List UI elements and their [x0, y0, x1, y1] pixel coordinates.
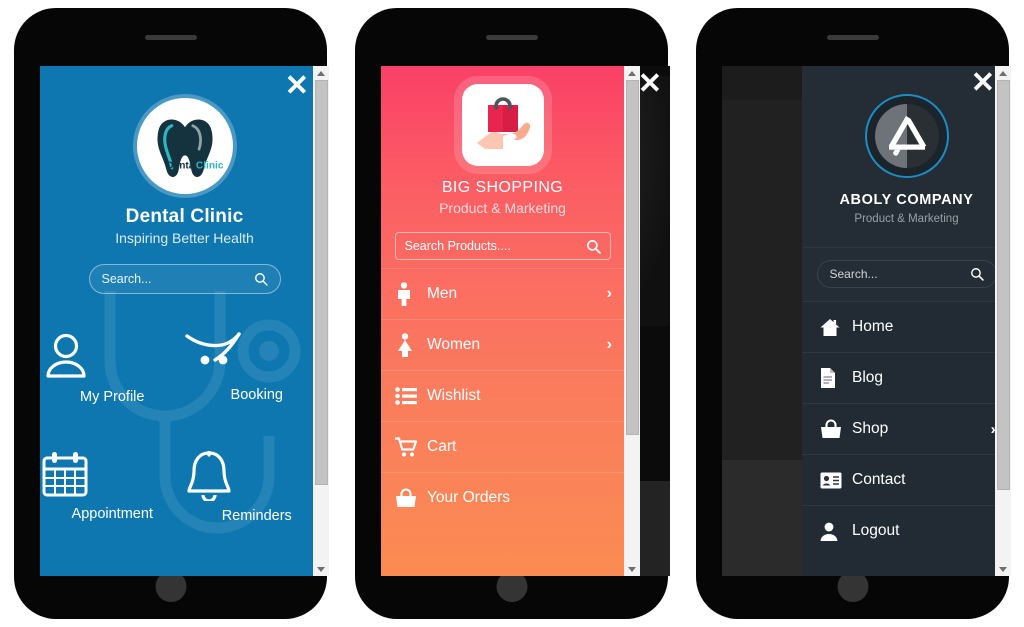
menu-item-your-orders[interactable]: Your Orders [381, 472, 624, 523]
search-icon [586, 239, 601, 254]
menu-item-label: Your Orders [427, 489, 510, 506]
phone-frame: Menu [696, 8, 1011, 619]
search-icon [970, 268, 984, 281]
drawer-menu-list: Home Blog Shop Contact Logout [802, 301, 1011, 556]
phone-mockup-aboly-company: Menu [682, 0, 1023, 627]
phone-screen: Menu [722, 66, 1011, 576]
menu-item-label: Logout [852, 522, 900, 539]
scrollbar-up-arrow[interactable] [995, 66, 1011, 80]
menu-item-label: Home [852, 318, 894, 335]
phone-frame: WE ME Awes POS [355, 8, 670, 619]
scrollbar-thumb[interactable] [314, 80, 328, 485]
close-drawer-button[interactable]: ✕ [285, 72, 309, 101]
phone-screen: WE ME Awes POS [381, 66, 670, 576]
female-figure-icon [395, 333, 427, 357]
drawer-scrollbar[interactable] [313, 66, 329, 576]
triangle-down-icon [628, 566, 636, 572]
drawer-scrollbar[interactable] [995, 66, 1011, 576]
search-placeholder: Search Products.... [404, 239, 511, 253]
menu-item-label: Cart [427, 438, 457, 455]
menu-item-home[interactable]: Home [802, 301, 1011, 352]
menu-item-label: Contact [852, 471, 906, 488]
close-drawer-button[interactable]: ✕ [638, 70, 662, 99]
app-store-a-icon [874, 104, 939, 168]
brand-title: Dental Clinic [125, 206, 244, 227]
shopping-cart-icon [395, 436, 427, 458]
phone-screen: Menu ✕ [40, 66, 329, 576]
triangle-up-icon [999, 70, 1007, 76]
phone-mockup-big-shopping: WE ME Awes POS [341, 0, 682, 627]
male-figure-icon [395, 282, 427, 306]
scrollbar-thumb[interactable] [996, 80, 1010, 490]
id-card-icon [820, 472, 852, 489]
brand-subtitle: Product & Marketing [439, 200, 566, 216]
brand-logo: Dental Clinic [136, 98, 233, 194]
phone-speaker-grille [485, 35, 538, 40]
menu-item-label: Women [427, 336, 481, 353]
search-input[interactable]: Search Products.... [394, 232, 611, 260]
menu-item-label: Blog [852, 369, 884, 386]
tooth-logo-icon: Dental Clinic [156, 119, 223, 178]
navigation-drawer: ABOLY COMPANY Product & Marketing Search… [802, 66, 1011, 576]
menu-item-label: Men [427, 285, 458, 302]
brand-title: ABOLY COMPANY [839, 192, 974, 208]
search-placeholder: Search... [829, 267, 878, 281]
scrollbar-down-arrow[interactable] [995, 562, 1011, 576]
phone-speaker-grille [144, 35, 197, 40]
menu-item-contact[interactable]: Contact [802, 454, 1011, 505]
user-filled-icon [820, 522, 852, 541]
triangle-down-icon [999, 566, 1007, 572]
menu-item-label: Shop [852, 420, 889, 437]
handbag-icon [820, 419, 852, 439]
list-icon [395, 387, 427, 405]
handbag-icon [395, 488, 427, 508]
chevron-right-icon: › [606, 285, 612, 302]
menu-item-men[interactable]: Men › [381, 268, 624, 319]
close-drawer-button[interactable]: ✕ [971, 69, 995, 98]
menu-item-logout[interactable]: Logout [802, 505, 1011, 556]
brand-subtitle: Inspiring Better Health [115, 230, 254, 246]
menu-item-blog[interactable]: Blog [802, 352, 1011, 403]
scrollbar-thumb[interactable] [625, 80, 639, 435]
menu-item-women[interactable]: Women › [381, 319, 624, 370]
logo-wordmark-clinic: Clinic [195, 161, 223, 172]
brand-logo [461, 84, 544, 166]
stethoscope-watermark-icon [104, 291, 301, 534]
scrollbar-up-arrow[interactable] [313, 66, 329, 80]
scrollbar-down-arrow[interactable] [624, 562, 640, 576]
navigation-drawer: BIG SHOPPING Product & Marketing Search … [381, 66, 624, 576]
menu-item-label: Wishlist [427, 387, 481, 404]
menu-item-wishlist[interactable]: Wishlist [381, 370, 624, 421]
phone-mockups-stage: Menu ✕ [0, 0, 1024, 627]
shopping-bag-in-hand-icon [476, 97, 530, 149]
search-section: Search... [802, 247, 1011, 301]
phone-speaker-grille [826, 35, 879, 40]
menu-item-shop[interactable]: Shop » [802, 403, 1011, 454]
drawer-scrollbar[interactable] [624, 66, 640, 576]
drawer-menu-list: Men › Women › Wishlist Cart Your Orders [381, 268, 624, 523]
document-icon [820, 368, 852, 388]
navigation-drawer: ✕ Dental Clinic Dental Clinic Inspiring … [40, 66, 329, 576]
triangle-down-icon [317, 566, 325, 572]
brand-subtitle: Product & Marketing [854, 213, 959, 225]
home-icon [820, 318, 852, 337]
search-input[interactable]: Search... [816, 260, 997, 288]
phone-mockup-dental-clinic: Menu ✕ [0, 0, 341, 627]
brand-logo [864, 94, 949, 178]
brand-title: BIG SHOPPING [441, 179, 564, 196]
menu-item-cart[interactable]: Cart [381, 421, 624, 472]
chevron-right-icon: › [606, 336, 612, 353]
phone-frame: Menu ✕ [14, 8, 329, 619]
scrollbar-down-arrow[interactable] [313, 562, 329, 576]
triangle-up-icon [628, 70, 636, 76]
logo-wordmark-dental: Dental [166, 161, 197, 172]
triangle-up-icon [317, 70, 325, 76]
